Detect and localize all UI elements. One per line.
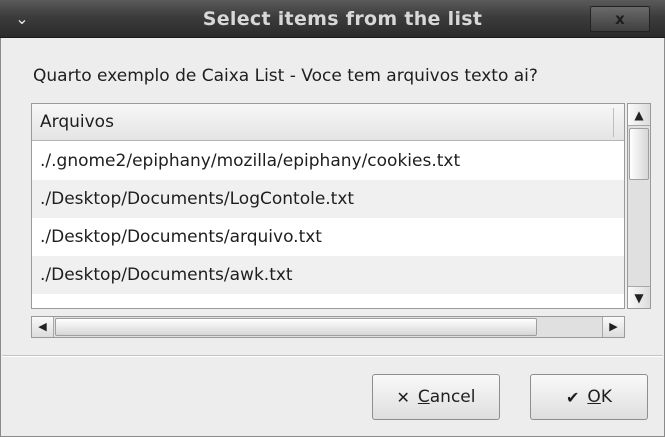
list-item-partial[interactable] [32,294,624,308]
list-item[interactable]: ./.gnome2/epiphany/mozilla/epiphany/cook… [32,142,624,180]
file-list[interactable]: Arquivos ./.gnome2/epiphany/mozilla/epip… [31,103,625,309]
title-bar: ⌄ Select items from the list x [0,0,665,38]
list-item[interactable]: ./Desktop/Documents/arquivo.txt [32,218,624,256]
scroll-up-arrow-icon[interactable]: ▲ [628,104,650,126]
button-separator [2,355,663,357]
ok-button-label: OK [587,387,612,407]
column-header-label: Arquivos [40,112,114,132]
cancel-button[interactable]: ✕ Cancel [372,374,500,420]
horizontal-scrollbar[interactable]: ◀ ▶ [31,316,625,338]
close-icon: ✕ [396,387,410,407]
column-header-arquivos[interactable]: Arquivos [32,104,624,141]
ok-button[interactable]: ✔ OK [530,374,648,420]
window-close-button[interactable]: x [590,6,650,32]
scroll-right-arrow-icon[interactable]: ▶ [602,317,624,337]
checkmark-icon: ✔ [566,387,580,407]
horizontal-scroll-thumb[interactable] [55,318,537,336]
close-icon: x [615,10,625,28]
scroll-down-arrow-icon[interactable]: ▼ [628,286,650,308]
list-item[interactable]: ./Desktop/Documents/awk.txt [32,256,624,294]
vertical-scroll-thumb[interactable] [629,128,649,180]
column-divider [613,108,614,137]
window-title: Select items from the list [202,8,483,30]
vertical-scrollbar[interactable]: ▲ ▼ [627,103,651,309]
list-item[interactable]: ./Desktop/Documents/LogContole.txt [32,180,624,218]
prompt-text: Quarto exemplo de Caixa List - Voce tem … [33,66,538,86]
cancel-button-label: Cancel [417,387,476,407]
scroll-left-arrow-icon[interactable]: ◀ [32,317,54,337]
